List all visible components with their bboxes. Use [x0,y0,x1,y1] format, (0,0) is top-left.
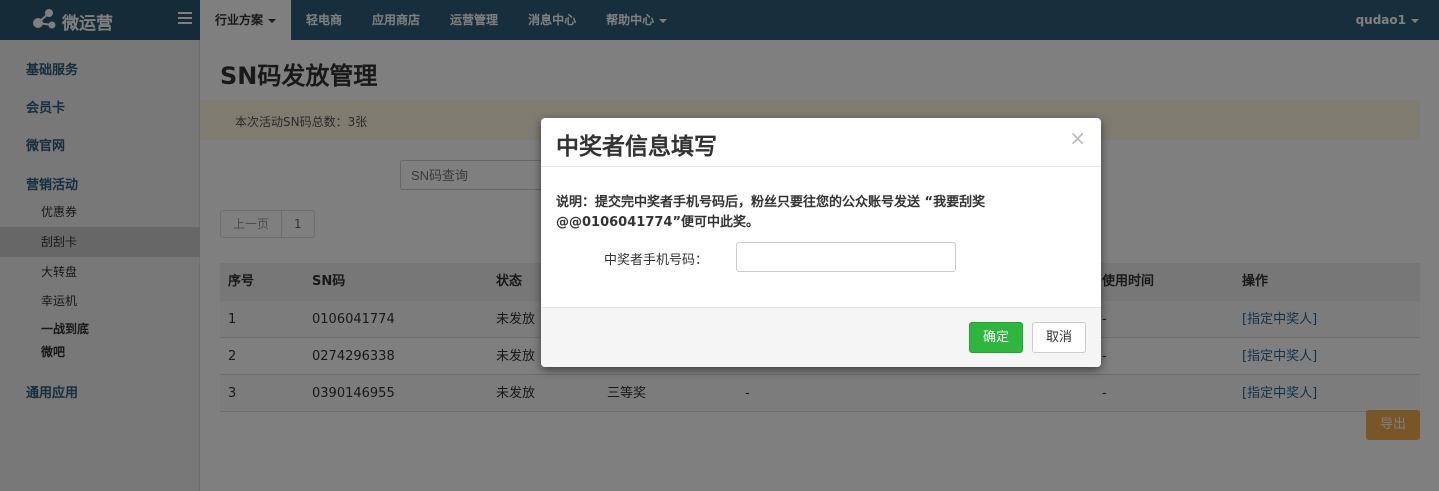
modal-footer: 确定 取消 [541,307,1101,367]
modal-description: 说明：提交完中奖者手机号码后，粉丝只要往您的公众账号发送 “我要刮奖 @@010… [556,193,1036,233]
modal-title: 中奖者信息填写 [556,134,717,160]
description-line: 说明：提交完中奖者手机号码后，粉丝只要往您的公众账号发送 “我要刮奖 [556,195,986,210]
close-icon[interactable]: × [1069,128,1086,148]
phone-input[interactable] [736,242,956,272]
confirm-button[interactable]: 确定 [969,322,1023,353]
winner-info-dialog: 中奖者信息填写 × 说明：提交完中奖者手机号码后，粉丝只要往您的公众账号发送 “… [541,118,1101,367]
cancel-button[interactable]: 取消 [1032,322,1086,353]
modal-header: 中奖者信息填写 × [541,118,1101,167]
description-line: @@0106041774”便可中此奖。 [556,215,759,230]
phone-label: 中奖者手机号码： [604,253,709,268]
